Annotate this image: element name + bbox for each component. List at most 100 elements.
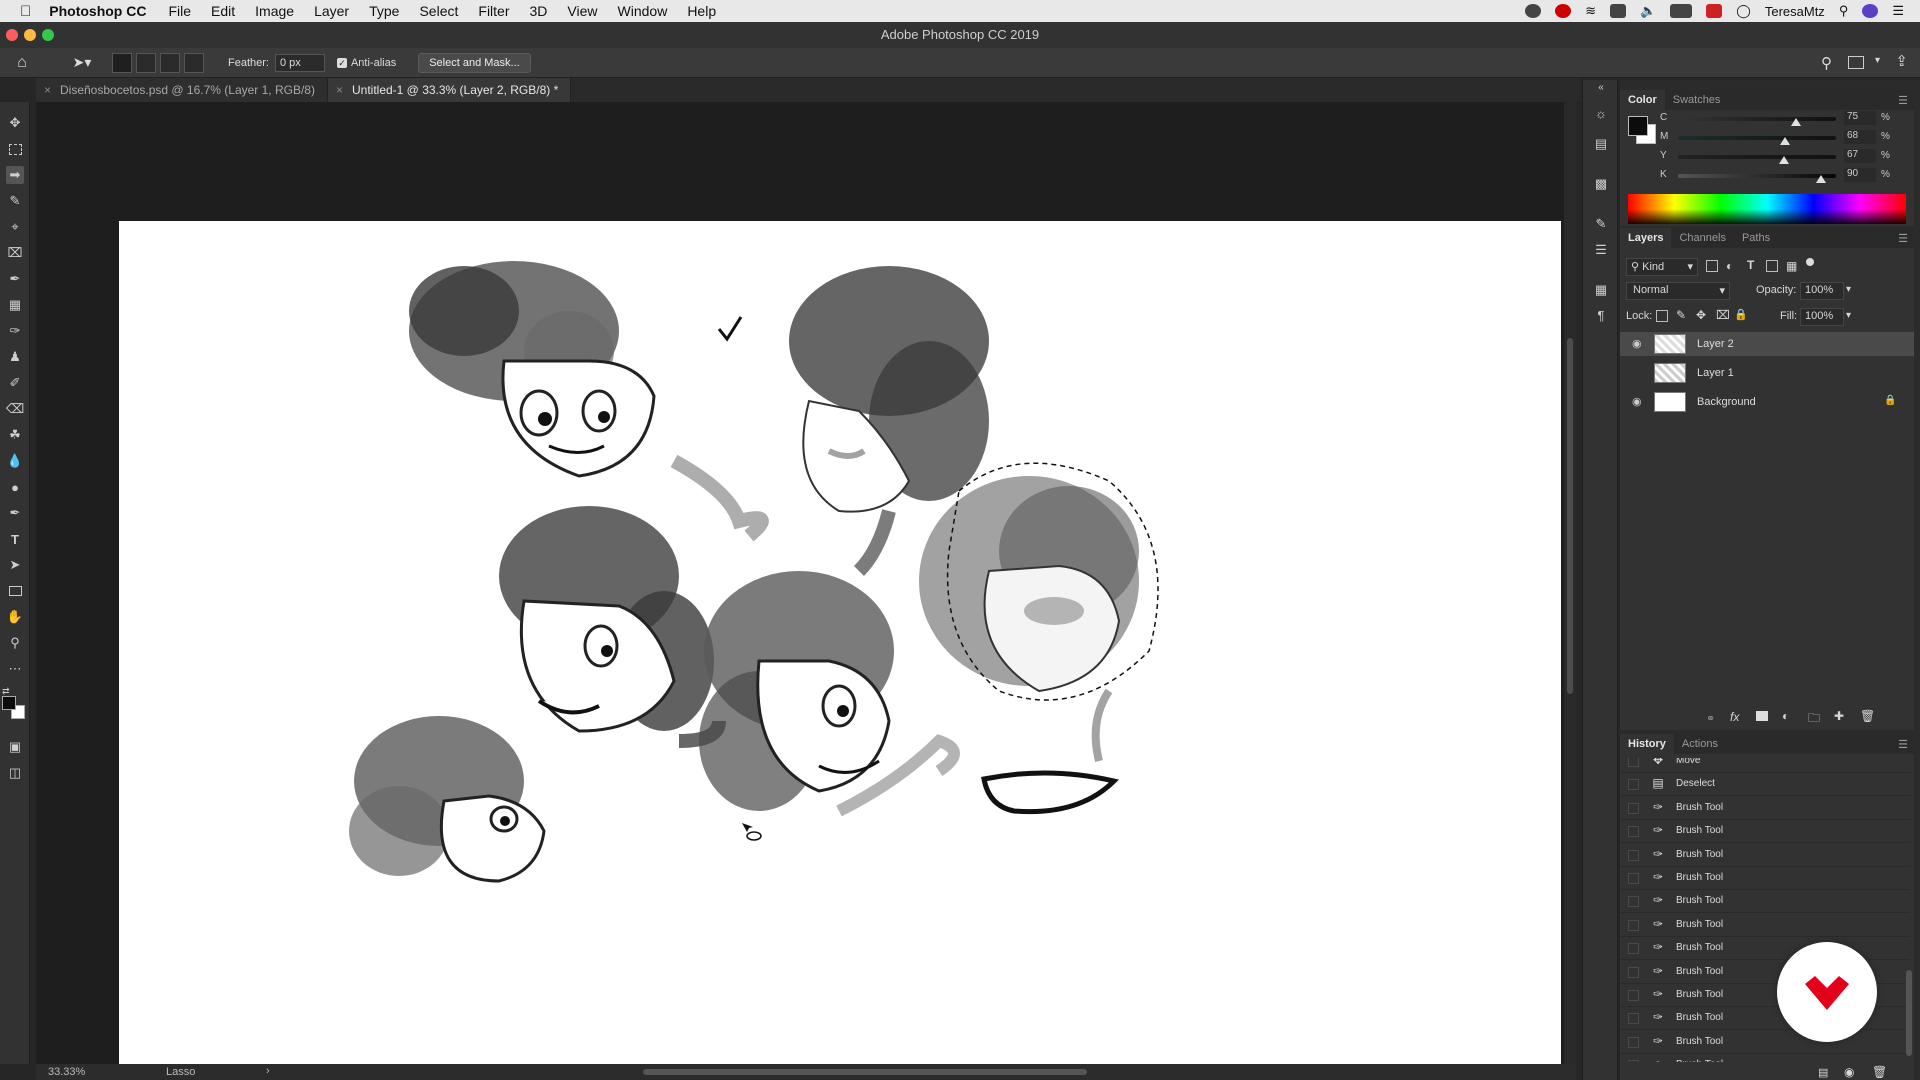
slider-c[interactable]: C 75 %: [1660, 111, 1910, 126]
history-source-checkbox[interactable]: [1628, 849, 1639, 861]
home-icon[interactable]: ⌂: [12, 53, 32, 73]
vertical-scrollbar[interactable]: [1564, 102, 1576, 1064]
collapse-icon[interactable]: «: [1592, 80, 1610, 96]
tab-color[interactable]: Color: [1620, 90, 1665, 110]
history-source-checkbox[interactable]: [1628, 758, 1639, 767]
layer-row-background[interactable]: ◉ Background 🔒: [1620, 390, 1914, 414]
lock-image-icon[interactable]: ✎: [1676, 308, 1686, 322]
siri-icon[interactable]: [1862, 4, 1879, 18]
slider-value[interactable]: 68: [1844, 130, 1876, 144]
layer-row-layer-2[interactable]: ◉ Layer 2: [1620, 332, 1914, 356]
dodge-tool-icon[interactable]: ●: [6, 478, 24, 496]
slider-k[interactable]: K 90 %: [1660, 168, 1910, 183]
history-source-checkbox[interactable]: [1628, 1013, 1639, 1025]
menu-view[interactable]: View: [567, 3, 597, 19]
volume-icon[interactable]: 🔈: [1640, 3, 1656, 19]
lock-transparent-icon[interactable]: [1656, 310, 1668, 322]
horizontal-scrollbar-thumb[interactable]: [643, 1069, 1087, 1075]
pen-tool-icon[interactable]: ✒: [6, 504, 24, 522]
document-canvas[interactable]: [119, 221, 1561, 1066]
crop-tool-icon[interactable]: ⌖: [6, 218, 24, 236]
filter-type-icon[interactable]: T: [1747, 258, 1754, 272]
tab-untitled-1[interactable]: × Untitled-1 @ 33.3% (Layer 2, RGB/8) *: [327, 78, 572, 102]
hand-tool-icon[interactable]: ✋: [6, 608, 24, 626]
blur-tool-icon[interactable]: 💧: [6, 452, 24, 470]
filter-smart-object-icon[interactable]: ▦: [1786, 259, 1797, 273]
chevron-down-icon[interactable]: ▾: [1846, 284, 1851, 295]
slider-y[interactable]: Y 67 %: [1660, 149, 1910, 164]
history-source-checkbox[interactable]: [1628, 1036, 1639, 1048]
adjustment-layer-icon[interactable]: ◐: [1782, 709, 1789, 723]
add-selection-icon[interactable]: [136, 52, 156, 73]
battery-icon[interactable]: [1670, 4, 1693, 18]
close-tab-icon[interactable]: ×: [336, 78, 343, 102]
history-source-checkbox[interactable]: [1628, 826, 1639, 838]
history-item[interactable]: ✑ Brush Tool: [1620, 820, 1910, 844]
new-document-from-state-icon[interactable]: ▤: [1818, 1066, 1828, 1079]
history-source-checkbox[interactable]: [1628, 943, 1639, 955]
history-source-checkbox[interactable]: [1628, 896, 1639, 908]
blend-mode-select[interactable]: Normal ▾: [1626, 282, 1730, 300]
slider-value[interactable]: 75: [1844, 111, 1876, 125]
brushes-icon[interactable]: ✎: [1592, 216, 1610, 232]
rectangle-tool-icon[interactable]: [6, 582, 24, 600]
frame-tool-icon[interactable]: ⌧: [6, 244, 24, 262]
close-window-button[interactable]: [6, 29, 18, 41]
delete-state-icon[interactable]: 🗑: [1872, 1065, 1887, 1079]
history-source-checkbox[interactable]: [1628, 966, 1639, 978]
creative-cloud-icon[interactable]: [1555, 4, 1572, 18]
workspace-dropdown-icon[interactable]: ▾: [1875, 55, 1880, 66]
snapshot-icon[interactable]: ◉: [1844, 1065, 1854, 1079]
notification-center-icon[interactable]: ☰: [1892, 3, 1904, 19]
slider-track[interactable]: [1678, 117, 1836, 121]
panel-menu-icon[interactable]: ☰: [1898, 232, 1908, 245]
eraser-tool-icon[interactable]: ⌫: [6, 400, 24, 418]
slider-m[interactable]: M 68 %: [1660, 130, 1910, 145]
slider-knob[interactable]: [1780, 137, 1790, 145]
menu-window[interactable]: Window: [618, 3, 668, 19]
filter-adjustment-icon[interactable]: ◐: [1726, 259, 1733, 273]
close-tab-icon[interactable]: ×: [44, 78, 51, 102]
slider-value[interactable]: 67: [1844, 149, 1876, 163]
slider-knob[interactable]: [1779, 156, 1789, 164]
record-icon[interactable]: [1525, 4, 1542, 18]
history-brush-tool-icon[interactable]: ✐: [6, 374, 24, 392]
screen-mode-icon[interactable]: ◫: [6, 764, 24, 782]
spotlight-icon[interactable]: ⚲: [1839, 3, 1849, 19]
menu-filter[interactable]: Filter: [478, 3, 509, 19]
history-source-checkbox[interactable]: [1628, 919, 1639, 931]
minimize-window-button[interactable]: [24, 29, 36, 41]
tab-swatches[interactable]: Swatches: [1665, 90, 1729, 110]
paragraph-icon[interactable]: ¶: [1592, 308, 1610, 324]
link-layers-icon[interactable]: ⚭: [1706, 712, 1715, 725]
adjustments-icon[interactable]: ▩: [1592, 176, 1610, 192]
filter-toggle-icon[interactable]: [1806, 258, 1814, 266]
history-item[interactable]: ✑ Brush Tool: [1620, 890, 1910, 914]
type-tool-icon[interactable]: T: [6, 530, 24, 548]
history-source-checkbox[interactable]: [1628, 990, 1639, 1001]
apple-icon[interactable]: : [20, 3, 31, 20]
slider-knob[interactable]: [1816, 175, 1826, 183]
scroll-thumb[interactable]: [1567, 338, 1573, 694]
layer-style-icon[interactable]: fx: [1730, 710, 1739, 724]
tab-actions[interactable]: Actions: [1674, 734, 1726, 754]
panel-menu-icon[interactable]: ☰: [1898, 94, 1908, 107]
marquee-tool-icon[interactable]: [6, 140, 24, 158]
tab-disenosbocetos[interactable]: × Diseñosbocetos.psd @ 16.7% (Layer 1, R…: [36, 78, 328, 102]
new-group-icon[interactable]: 🗀: [1808, 709, 1820, 730]
tab-history[interactable]: History: [1620, 734, 1674, 754]
slider-knob[interactable]: [1791, 118, 1801, 126]
delete-layer-icon[interactable]: 🗑: [1860, 709, 1875, 723]
menu-select[interactable]: Select: [419, 3, 458, 19]
fill-input[interactable]: 100%: [1800, 308, 1844, 326]
history-item[interactable]: ✑ Brush Tool: [1620, 914, 1910, 937]
tab-layers[interactable]: Layers: [1620, 228, 1672, 248]
flag-icon[interactable]: [1706, 4, 1723, 18]
history-item[interactable]: ✑ Brush Tool: [1620, 867, 1910, 890]
eyedropper-tool-icon[interactable]: ✒: [6, 270, 24, 288]
learn-icon[interactable]: ☼: [1592, 106, 1610, 122]
foreground-color-swatch[interactable]: [2, 696, 16, 710]
share-icon[interactable]: ⇪: [1895, 52, 1908, 70]
zoom-level[interactable]: 33.33%: [48, 1066, 85, 1078]
clock-icon[interactable]: ◯: [1736, 3, 1751, 19]
